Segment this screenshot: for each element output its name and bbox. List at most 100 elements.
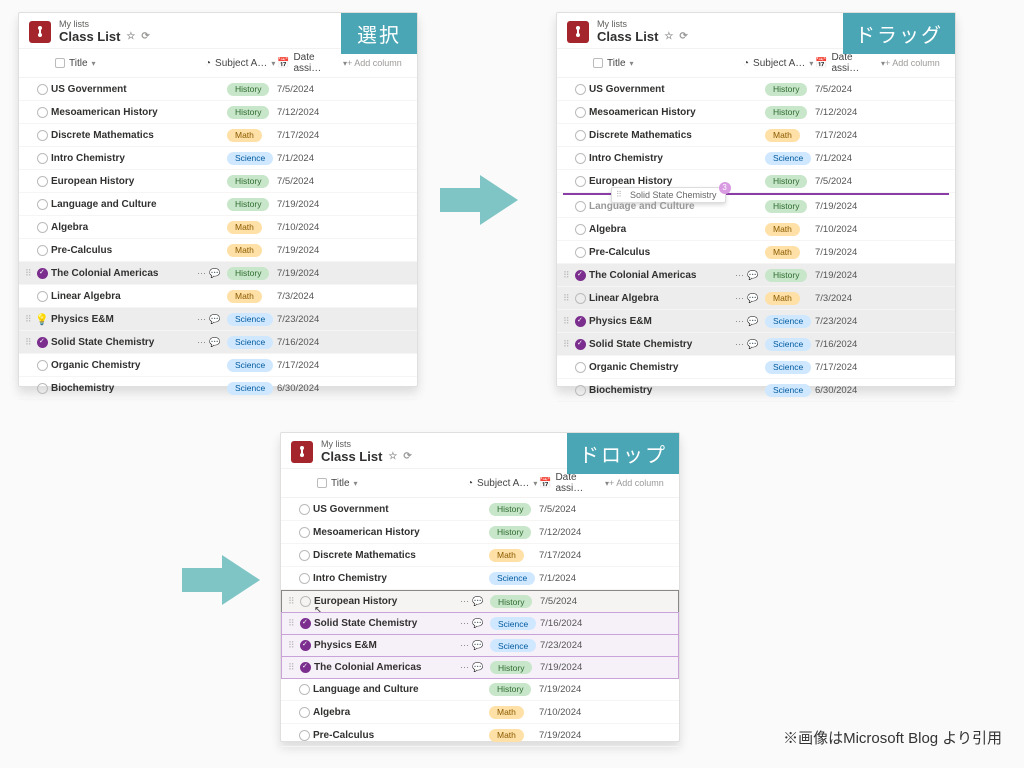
list-row[interactable]: ⠿Solid State Chemistry⋯💬Science7/16/2024 — [557, 333, 955, 356]
row-title[interactable]: Biochemistry — [51, 383, 197, 394]
more-icon[interactable]: ⋯ — [460, 640, 469, 651]
row-actions[interactable]: ⋯💬 — [460, 596, 490, 607]
list-row[interactable]: ⠿US Government⋯💬History7/5/2024 — [281, 498, 679, 521]
row-checkbox[interactable] — [33, 222, 51, 233]
comment-icon[interactable]: 💬 — [747, 316, 758, 327]
row-checkbox[interactable] — [296, 596, 314, 607]
row-title[interactable]: European History — [51, 176, 197, 187]
drag-handle-icon[interactable]: ⠿ — [563, 339, 571, 350]
add-column[interactable]: + Add column — [347, 58, 417, 68]
row-checkbox[interactable] — [33, 84, 51, 95]
row-actions[interactable]: ⋯💬 — [197, 337, 227, 348]
drag-handle-icon[interactable]: ⠿ — [25, 268, 33, 279]
add-column[interactable]: + Add column — [885, 58, 955, 68]
row-checkbox[interactable] — [571, 224, 589, 235]
row-checkbox[interactable] — [571, 153, 589, 164]
list-row[interactable]: ⠿US Government⋯💬History7/5/2024 — [19, 78, 417, 101]
drag-handle-icon[interactable]: ⠿ — [288, 596, 296, 607]
list-row[interactable]: ⠿The Colonial Americas⋯💬History7/19/2024 — [557, 264, 955, 287]
more-icon[interactable]: ⋯ — [735, 293, 744, 304]
row-checkbox[interactable] — [33, 130, 51, 141]
row-checkbox[interactable] — [571, 201, 589, 212]
row-title[interactable]: Organic Chemistry — [51, 360, 197, 371]
comment-icon[interactable]: 💬 — [472, 662, 483, 673]
list-row[interactable]: ⠿Linear Algebra⋯💬Math7/3/2024 — [19, 285, 417, 308]
row-title[interactable]: Discrete Mathematics — [51, 130, 197, 141]
row-title[interactable]: Intro Chemistry — [313, 573, 459, 584]
row-checkbox[interactable] — [33, 383, 51, 394]
row-actions[interactable]: ⋯💬 — [460, 662, 490, 673]
star-icon[interactable]: ☆ — [388, 451, 397, 462]
row-title[interactable]: The Colonial Americas — [51, 268, 197, 279]
drag-handle-icon[interactable]: ⠿ — [288, 640, 296, 651]
col-date[interactable]: 📅Date assi…▾ — [815, 52, 885, 74]
row-checkbox[interactable] — [296, 618, 314, 629]
list-row[interactable]: ⠿European History⋯💬History7/5/2024 — [19, 170, 417, 193]
row-checkbox[interactable] — [295, 707, 313, 718]
more-icon[interactable]: ⋯ — [197, 314, 206, 325]
drag-handle-icon[interactable]: ⠿ — [563, 293, 571, 304]
list-row[interactable]: ⠿Mesoamerican History⋯💬History7/12/2024 — [19, 101, 417, 124]
row-actions[interactable]: ⋯💬 — [735, 339, 765, 350]
row-title[interactable]: US Government — [51, 84, 197, 95]
comment-icon[interactable]: 💬 — [747, 293, 758, 304]
row-checkbox[interactable] — [571, 316, 589, 327]
row-title[interactable]: European History — [314, 596, 460, 607]
row-checkbox[interactable] — [296, 640, 314, 651]
drag-handle-icon[interactable]: ⠿ — [563, 316, 571, 327]
list-row[interactable]: ⠿Linear Algebra⋯💬Math7/3/2024 — [557, 287, 955, 310]
row-checkbox[interactable] — [33, 176, 51, 187]
row-checkbox[interactable] — [295, 573, 313, 584]
row-title[interactable]: European History — [589, 176, 735, 187]
row-title[interactable]: Linear Algebra — [51, 291, 197, 302]
list-row[interactable]: ⠿Language and Culture⋯💬History7/19/2024 — [19, 193, 417, 216]
list-row[interactable]: ⠿Pre-Calculus⋯💬Math7/19/2024 — [557, 241, 955, 264]
col-date[interactable]: 📅Date assi…▾ — [277, 52, 347, 74]
row-checkbox[interactable] — [296, 662, 314, 673]
list-row[interactable]: ⠿Intro Chemistry⋯💬Science7/1/2024 — [281, 567, 679, 590]
list-row[interactable]: ⠿The Colonial Americas⋯💬History7/19/2024 — [281, 656, 679, 679]
row-checkbox[interactable] — [33, 291, 51, 302]
more-icon[interactable]: ⋯ — [735, 270, 744, 281]
list-row[interactable]: ⠿Algebra⋯💬Math7/10/2024 — [557, 218, 955, 241]
row-title[interactable]: Language and Culture — [589, 201, 735, 212]
row-actions[interactable]: ⋯💬 — [735, 270, 765, 281]
list-row[interactable]: ⠿US Government⋯💬History7/5/2024 — [557, 78, 955, 101]
list-row[interactable]: ⠿Biochemistry⋯💬Science6/30/2024 — [19, 377, 417, 400]
list-row[interactable]: ⠿Organic Chemistry⋯💬Science7/17/2024 — [19, 354, 417, 377]
row-checkbox[interactable] — [571, 176, 589, 187]
row-checkbox[interactable] — [571, 293, 589, 304]
row-title[interactable]: Algebra — [313, 707, 459, 718]
row-actions[interactable]: ⋯💬 — [460, 618, 490, 629]
breadcrumb[interactable]: My lists — [597, 19, 688, 29]
row-actions[interactable]: ⋯💬 — [735, 293, 765, 304]
col-title[interactable]: Title▾ — [55, 58, 205, 69]
more-icon[interactable]: ⋯ — [460, 618, 469, 629]
row-title[interactable]: Pre-Calculus — [313, 730, 459, 741]
list-row[interactable]: ⠿Pre-Calculus⋯💬Math7/19/2024 — [19, 239, 417, 262]
comment-icon[interactable]: 💬 — [472, 640, 483, 651]
row-checkbox[interactable]: 💡 — [33, 313, 51, 326]
breadcrumb[interactable]: My lists — [321, 439, 412, 449]
row-checkbox[interactable] — [295, 684, 313, 695]
row-title[interactable]: Mesoamerican History — [51, 107, 197, 118]
comment-icon[interactable]: 💬 — [747, 339, 758, 350]
comment-icon[interactable]: 💬 — [209, 268, 220, 279]
drag-handle-icon[interactable]: ⠿ — [25, 314, 33, 325]
row-checkbox[interactable] — [571, 107, 589, 118]
list-row[interactable]: ⠿💡Physics E&M⋯💬Science7/23/2024 — [19, 308, 417, 331]
comment-icon[interactable]: 💬 — [209, 314, 220, 325]
list-row[interactable]: ⠿Mesoamerican History⋯💬History7/12/2024 — [557, 101, 955, 124]
list-row[interactable]: ⠿Physics E&M⋯💬Science7/23/2024 — [557, 310, 955, 333]
row-title[interactable]: US Government — [589, 84, 735, 95]
comment-icon[interactable]: 💬 — [209, 337, 220, 348]
row-title[interactable]: Intro Chemistry — [589, 153, 735, 164]
row-checkbox[interactable] — [295, 730, 313, 741]
row-checkbox[interactable] — [571, 84, 589, 95]
row-checkbox[interactable] — [33, 268, 51, 279]
list-row[interactable]: ⠿Intro Chemistry⋯💬Science7/1/2024 — [19, 147, 417, 170]
row-checkbox[interactable] — [33, 107, 51, 118]
row-checkbox[interactable] — [571, 362, 589, 373]
row-checkbox[interactable] — [571, 247, 589, 258]
breadcrumb[interactable]: My lists — [59, 19, 150, 29]
